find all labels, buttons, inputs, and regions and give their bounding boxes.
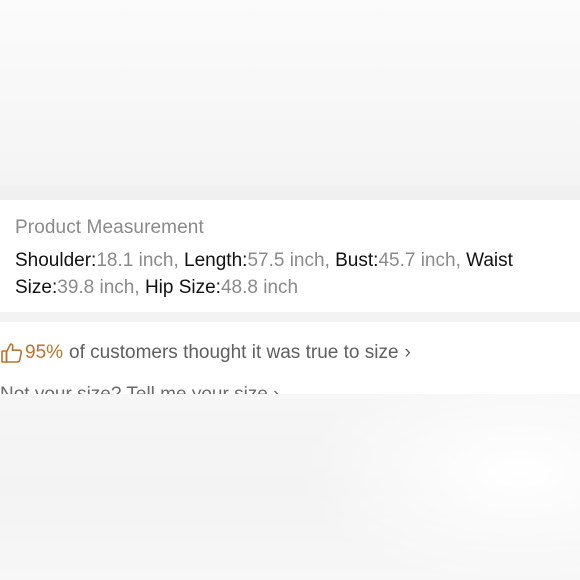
hip-size-label: Hip Size: [144,277,221,298]
section-divider [0,312,580,322]
product-page-fragment: Product Measurement Shoulder:18.1 inch, … [0,0,580,580]
separator: , [455,250,467,271]
separator: , [134,277,145,298]
separator: , [173,250,185,271]
true-to-size-text: of customers thought it was true to size [69,342,399,363]
bust-value: 45.7 inch [378,250,456,271]
blurred-content-bottom [0,394,580,580]
measurement-list: Shoulder:18.1 inch, Length:57.5 inch, Bu… [15,247,580,301]
hip-size-value: 48.8 inch [220,277,299,298]
length-value: 57.5 inch [247,250,325,271]
true-to-size-link[interactable]: 95% of customers thought it was true to … [0,340,411,366]
chevron-right-icon: › [404,342,411,363]
separator: , [324,250,336,271]
shoulder-value: 18.1 inch [96,250,174,271]
size-fit-section: 95% of customers thought it was true to … [0,322,580,397]
waist-size-value: 39.8 inch [57,277,135,298]
thumbs-up-icon [0,341,24,365]
shoulder-label: Shoulder: [15,250,97,271]
section-divider [0,186,580,200]
bust-label: Bust: [335,250,379,271]
true-to-size-percent: 95% [25,342,64,363]
length-label: Length: [184,250,248,271]
product-measurement-title: Product Measurement [15,217,204,238]
blurred-content-top [0,0,580,186]
product-measurement-section: Product Measurement Shoulder:18.1 inch, … [0,200,580,312]
